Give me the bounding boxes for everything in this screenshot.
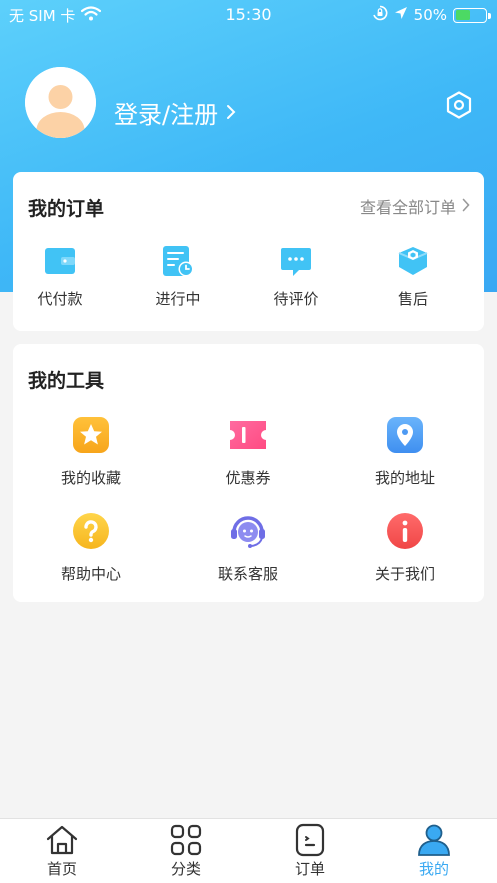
chevron-right-icon	[226, 98, 236, 126]
wallet-icon	[43, 244, 77, 278]
battery-icon	[453, 7, 491, 23]
home-icon	[45, 823, 79, 857]
login-register-link[interactable]: 登录/注册	[114, 95, 236, 129]
login-label: 登录/注册	[114, 100, 219, 129]
status-bar: 无 SIM 卡 15:30 50%	[0, 0, 497, 30]
tool-item-label: 我的收藏	[60, 469, 121, 487]
tab-label: 首页	[46, 860, 77, 878]
tab-label: 订单	[294, 860, 325, 878]
orders-title: 我的订单	[28, 198, 105, 220]
tools-title: 我的工具	[28, 370, 105, 392]
tool-customer-service[interactable]: 联系客服	[178, 512, 318, 596]
tab-label: 我的	[418, 860, 449, 878]
tab-mine[interactable]: 我的	[384, 823, 484, 879]
tool-item-label: 我的地址	[374, 469, 435, 487]
info-icon	[386, 512, 424, 550]
order-item-label: 代付款	[37, 290, 83, 308]
tool-about-us[interactable]: 关于我们	[335, 512, 475, 596]
profile-icon	[417, 823, 451, 857]
settings-hexagon-icon	[446, 91, 472, 119]
view-all-label: 查看全部订单	[359, 198, 456, 217]
battery-percent: 50%	[413, 6, 447, 24]
view-all-orders-link[interactable]: 查看全部订单	[360, 194, 470, 218]
order-after-sales[interactable]: 售后	[363, 244, 463, 314]
order-item-label: 售后	[397, 290, 428, 308]
location-arrow-icon	[394, 6, 408, 24]
orientation-lock-icon	[372, 5, 388, 25]
tab-category[interactable]: 分类	[136, 823, 236, 879]
settings-button[interactable]	[445, 90, 473, 120]
location-pin-icon	[386, 416, 424, 454]
bottom-tab-bar: 首页 分类 订单 我的	[0, 818, 497, 883]
after-sales-icon	[396, 244, 430, 278]
category-grid-icon	[169, 823, 203, 857]
order-item-label: 待评价	[273, 290, 319, 308]
review-chat-icon	[279, 244, 313, 278]
tab-orders[interactable]: 订单	[260, 823, 360, 879]
tool-coupons[interactable]: 优惠券	[178, 416, 318, 500]
order-pending-payment[interactable]: 代付款	[10, 244, 110, 314]
order-icon	[293, 823, 327, 857]
default-avatar-icon	[25, 67, 96, 138]
tool-item-label: 联系客服	[217, 565, 278, 583]
tab-home[interactable]: 首页	[12, 823, 112, 879]
tool-help-center[interactable]: 帮助中心	[21, 512, 161, 596]
chevron-right-icon	[462, 197, 470, 216]
tool-addresses[interactable]: 我的地址	[335, 416, 475, 500]
order-in-progress[interactable]: 进行中	[128, 244, 228, 314]
avatar[interactable]	[25, 67, 96, 138]
customer-service-icon	[229, 512, 267, 550]
tool-item-label: 关于我们	[374, 565, 435, 583]
order-item-label: 进行中	[155, 290, 201, 308]
tab-label: 分类	[170, 860, 201, 878]
my-tools-card: 我的工具 我的收藏 优惠券 我的地址 帮助中心 联系客服 关于我们	[13, 344, 484, 602]
tool-favorites[interactable]: 我的收藏	[21, 416, 161, 500]
in-progress-icon	[161, 244, 195, 278]
order-awaiting-review[interactable]: 待评价	[246, 244, 346, 314]
tool-item-label: 优惠券	[225, 469, 271, 487]
tool-item-label: 帮助中心	[60, 565, 121, 583]
coupon-icon	[229, 416, 267, 454]
help-question-icon	[72, 512, 110, 550]
my-orders-card: 我的订单 查看全部订单 代付款 进行中 待评价 售后	[13, 172, 484, 331]
star-favorite-icon	[72, 416, 110, 454]
